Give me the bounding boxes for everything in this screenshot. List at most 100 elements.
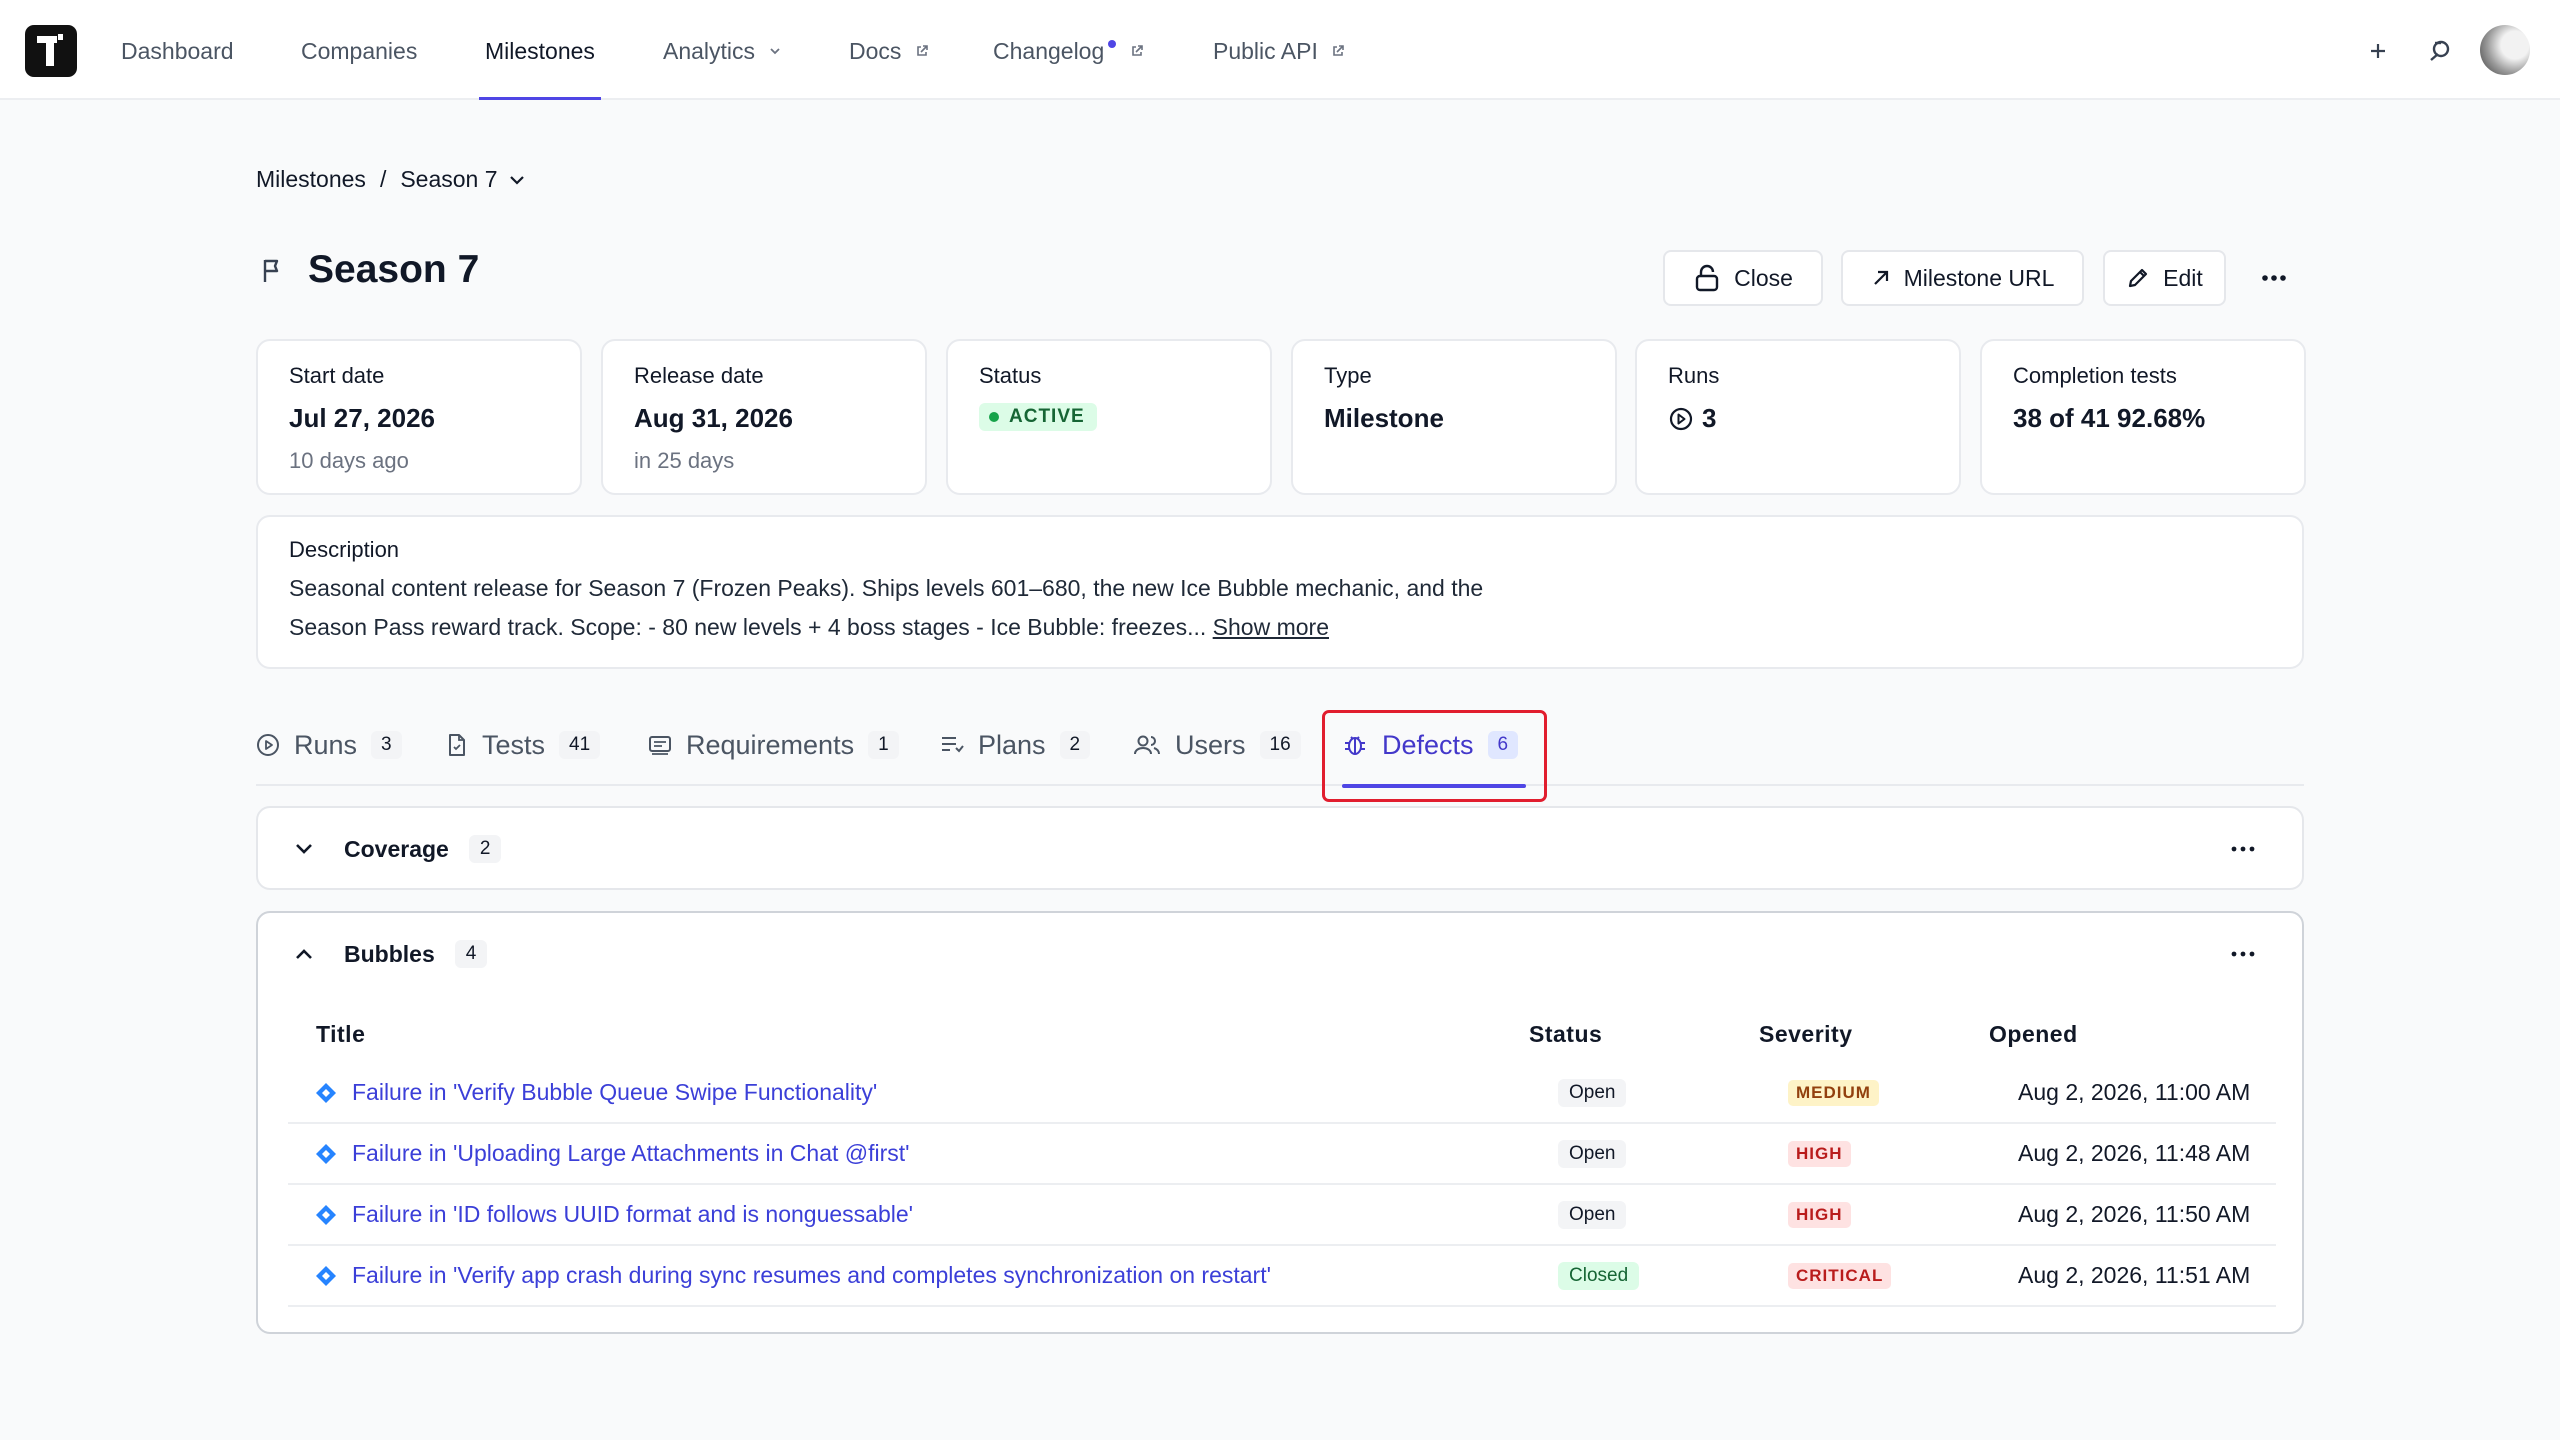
chevron-up-icon [296,949,312,959]
chevron-down-icon [296,844,312,854]
status-badge: Open [1558,1139,1627,1168]
breadcrumb-current-label: Season 7 [400,166,498,192]
app-logo[interactable] [25,25,77,77]
tab-plans-count: 2 [1059,731,1091,759]
group-coverage-header[interactable]: Coverage 2 [292,808,502,890]
nav-docs[interactable]: Docs [849,0,929,100]
status-badge: ACTIVE [979,403,1097,431]
edit-button-label: Edit [2163,264,2203,291]
breadcrumb-separator: / [379,166,387,192]
nav-changelog-label: Changelog [993,38,1105,64]
severity-badge: MEDIUM [1788,1079,1879,1106]
table-row[interactable]: Failure in 'ID follows UUID format and i… [288,1185,2276,1246]
description-card: Description Seasonal content release for… [256,515,2304,669]
status-badge: Open [1558,1200,1627,1229]
column-title[interactable]: Title [316,1021,365,1048]
flag-icon [263,259,279,282]
defect-severity: HIGH [1788,1185,1851,1244]
completion-tests-label: Completion tests [2013,363,2177,388]
column-severity[interactable]: Severity [1759,1021,1853,1048]
nav-analytics[interactable]: Analytics [663,0,781,100]
group-bubbles-count: 4 [454,940,488,968]
more-options-icon[interactable] [2228,844,2258,854]
play-circle-icon [1669,407,1693,430]
tab-tests[interactable]: Tests 41 [446,712,601,778]
page-title: Season 7 [308,248,480,291]
nav-public-api[interactable]: Public API [1213,0,1345,100]
defect-severity: HIGH [1788,1124,1851,1183]
severity-badge: HIGH [1788,1201,1851,1228]
type-value: Milestone [1324,403,1444,433]
defects-table-header: Title Status Severity Opened [258,1011,2302,1061]
column-opened[interactable]: Opened [1989,1021,2078,1048]
description-body: Seasonal content release for Season 7 (F… [289,569,1489,647]
users-icon [1134,735,1160,755]
more-options-icon[interactable] [2228,949,2258,959]
tab-defects-count: 6 [1487,731,1519,759]
user-switch-icon[interactable] [2426,33,2454,67]
plus-icon[interactable] [2366,33,2390,67]
defect-status: Open [1558,1185,1627,1244]
close-button-label: Close [1734,264,1793,291]
runs-value: 3 [1702,403,1717,433]
page-header: Season 7 [256,248,479,292]
chevron-down-icon [509,175,524,185]
tab-plans[interactable]: Plans 2 [940,712,1091,778]
avatar[interactable] [2480,25,2530,75]
nav-dashboard[interactable]: Dashboard [121,0,234,100]
external-link-icon [1333,45,1345,56]
breadcrumb-milestones[interactable]: Milestones [256,166,366,193]
nav-milestones[interactable]: Milestones [479,0,601,100]
release-date-relative: in 25 days [634,448,735,473]
defect-title[interactable]: Failure in 'Verify app crash during sync… [314,1246,1271,1305]
defect-severity: CRITICAL [1788,1246,1892,1305]
tab-requirements-label: Requirements [686,729,855,760]
breadcrumb: Milestones / Season 7 [256,166,526,193]
nav-companies[interactable]: Companies [301,0,417,100]
nav-changelog[interactable]: Changelog [993,0,1144,100]
status-label: Status [979,363,1042,388]
external-link-icon [916,45,928,56]
defect-status: Open [1558,1124,1627,1183]
description-label: Description [289,537,400,562]
nav-milestones-label: Milestones [485,38,595,64]
milestone-url-button-label: Milestone URL [1903,264,2055,291]
jira-diamond-icon [316,1143,336,1164]
severity-badge: CRITICAL [1788,1262,1892,1289]
more-options-icon[interactable] [2254,258,2294,298]
group-coverage-count: 2 [468,835,502,863]
defect-opened: Aug 2, 2026, 11:50 AM [2018,1201,2251,1227]
tab-runs[interactable]: Runs 3 [256,712,402,778]
runs-value-row: 3 [1668,403,1928,434]
play-circle-icon [257,734,279,756]
start-date-card: Start date Jul 27, 2026 10 days ago [256,339,582,495]
defect-title[interactable]: Failure in 'ID follows UUID format and i… [314,1185,913,1244]
group-bubbles-header[interactable]: Bubbles 4 [292,913,488,995]
table-row[interactable]: Failure in 'Verify app crash during sync… [288,1246,2276,1307]
defect-severity: MEDIUM [1788,1063,1879,1122]
edit-button[interactable]: Edit [2103,250,2226,306]
table-row[interactable]: Failure in 'Uploading Large Attachments … [288,1124,2276,1185]
defect-opened: Aug 2, 2026, 11:48 AM [2018,1140,2251,1166]
defect-title[interactable]: Failure in 'Uploading Large Attachments … [314,1124,910,1183]
milestone-url-button[interactable]: Milestone URL [1841,250,2084,306]
group-bubbles-title: Bubbles [344,940,435,967]
type-label: Type [1324,363,1372,388]
completion-tests-value: 38 of 41 92.68% [2013,403,2206,433]
table-row[interactable]: Failure in 'Verify Bubble Queue Swipe Fu… [288,1063,2276,1124]
tab-defects[interactable]: Defects 6 [1342,712,1519,778]
status-value: ACTIVE [1009,406,1085,427]
close-button[interactable]: Close [1663,250,1823,306]
group-bubbles: Bubbles 4 Title Status Severity Opened F… [256,911,2304,1334]
column-status[interactable]: Status [1529,1021,1602,1048]
nav-public-api-label: Public API [1213,38,1318,64]
tab-requirements[interactable]: Requirements 1 [648,712,899,778]
tab-users-label: Users [1175,729,1246,760]
tab-users[interactable]: Users 16 [1133,712,1301,778]
defect-title[interactable]: Failure in 'Verify Bubble Queue Swipe Fu… [314,1063,877,1122]
status-badge: Closed [1558,1261,1640,1290]
show-more-link[interactable]: Show more [1213,614,1329,640]
defect-title-text: Failure in 'ID follows UUID format and i… [352,1201,914,1227]
group-coverage-title: Coverage [344,835,449,862]
breadcrumb-current[interactable]: Season 7 [400,166,525,193]
